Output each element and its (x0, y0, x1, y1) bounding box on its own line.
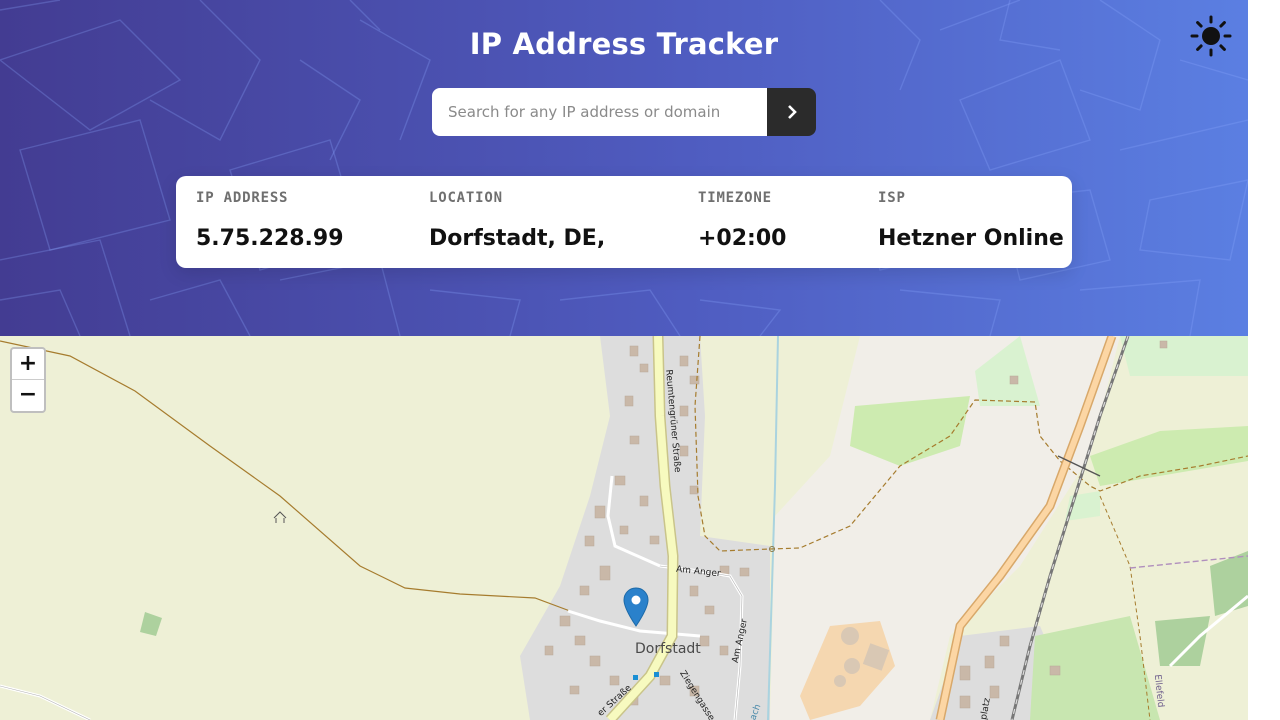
timezone-value: +02:00 (698, 226, 787, 251)
search-submit-button[interactable] (767, 88, 816, 136)
ip-address-value: 5.75.228.99 (196, 226, 344, 251)
location-pin-icon (623, 587, 649, 627)
map-tiles (0, 336, 1248, 720)
app-root: IP Address Tracker Search for any IP add… (0, 0, 1248, 720)
theme-toggle-button[interactable] (1188, 13, 1234, 59)
isp-label: ISP (878, 190, 906, 206)
map-view[interactable]: Dorfstadt Reumtengrüner Straße Am Anger … (0, 336, 1248, 720)
location-marker[interactable] (623, 587, 649, 627)
chevron-right-icon (787, 105, 797, 119)
map-zoom-control: + − (10, 347, 46, 413)
isp-value: Hetzner Online (878, 226, 1064, 251)
timezone-label: TIMEZONE (698, 190, 772, 206)
zoom-out-button[interactable]: − (12, 379, 44, 410)
location-label: LOCATION (429, 190, 503, 206)
search-input[interactable] (432, 88, 767, 136)
sun-icon (1190, 15, 1232, 57)
search-bar (432, 88, 816, 136)
location-value: Dorfstadt, DE, (429, 226, 606, 251)
header-banner: IP Address Tracker Search for any IP add… (0, 0, 1248, 336)
ip-address-label: IP ADDRESS (196, 190, 289, 206)
zoom-in-button[interactable]: + (12, 349, 44, 379)
ip-info-card: IP ADDRESS 5.75.228.99 LOCATION Dorfstad… (176, 176, 1072, 268)
page-title: IP Address Tracker (469, 27, 779, 61)
map-label-town: Dorfstadt (635, 641, 701, 657)
